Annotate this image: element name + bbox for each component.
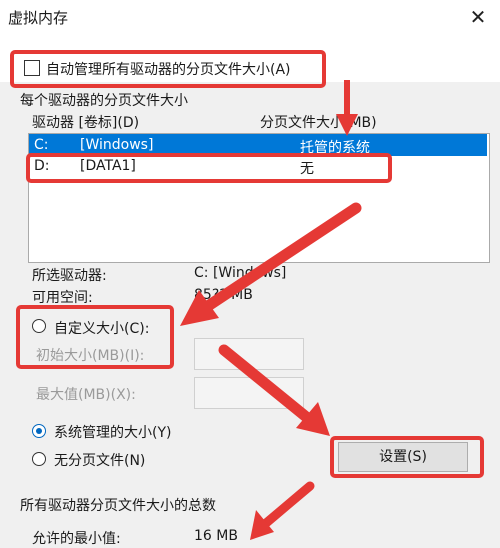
- highlight-box-custom-size: [16, 305, 174, 369]
- highlight-box-set-button: [330, 436, 484, 478]
- initial-size-input[interactable]: [194, 338, 304, 370]
- total-group-title: 所有驱动器分页文件大小的总数: [20, 498, 216, 514]
- column-header-drive[interactable]: 驱动器 [卷标](D): [32, 112, 139, 132]
- max-size-label: 最大值(MB)(X):: [36, 387, 136, 403]
- per-drive-group-title: 每个驱动器的分页文件大小: [20, 93, 188, 109]
- selected-drive-label: 所选驱动器:: [32, 268, 107, 284]
- min-allowed-value: 16 MB: [194, 528, 238, 544]
- free-space-value: 85?? MB: [194, 287, 253, 303]
- system-managed-radio[interactable]: [32, 424, 46, 438]
- row-label: [Windows]: [80, 137, 154, 153]
- highlight-box-auto-manage: [10, 50, 326, 88]
- close-icon[interactable]: ✕: [462, 2, 494, 32]
- system-managed-label[interactable]: 系统管理的大小(Y): [54, 422, 171, 442]
- column-header-size[interactable]: 分页文件大小(MB): [260, 112, 377, 132]
- radio-selected-dot: [36, 428, 42, 434]
- highlight-box-drive-d: [26, 153, 392, 183]
- min-allowed-label: 允许的最小值:: [32, 531, 121, 547]
- max-size-input[interactable]: [194, 377, 304, 409]
- window-title: 虚拟内存: [8, 9, 69, 27]
- arrow-to-min-icon: [250, 481, 315, 540]
- free-space-label: 可用空间:: [32, 290, 93, 306]
- title-bar: [0, 0, 500, 36]
- no-paging-radio[interactable]: [32, 452, 46, 466]
- selected-drive-value: C: [Windows]: [194, 265, 287, 281]
- no-paging-label[interactable]: 无分页文件(N): [54, 450, 145, 470]
- row-drive: C:: [34, 137, 49, 153]
